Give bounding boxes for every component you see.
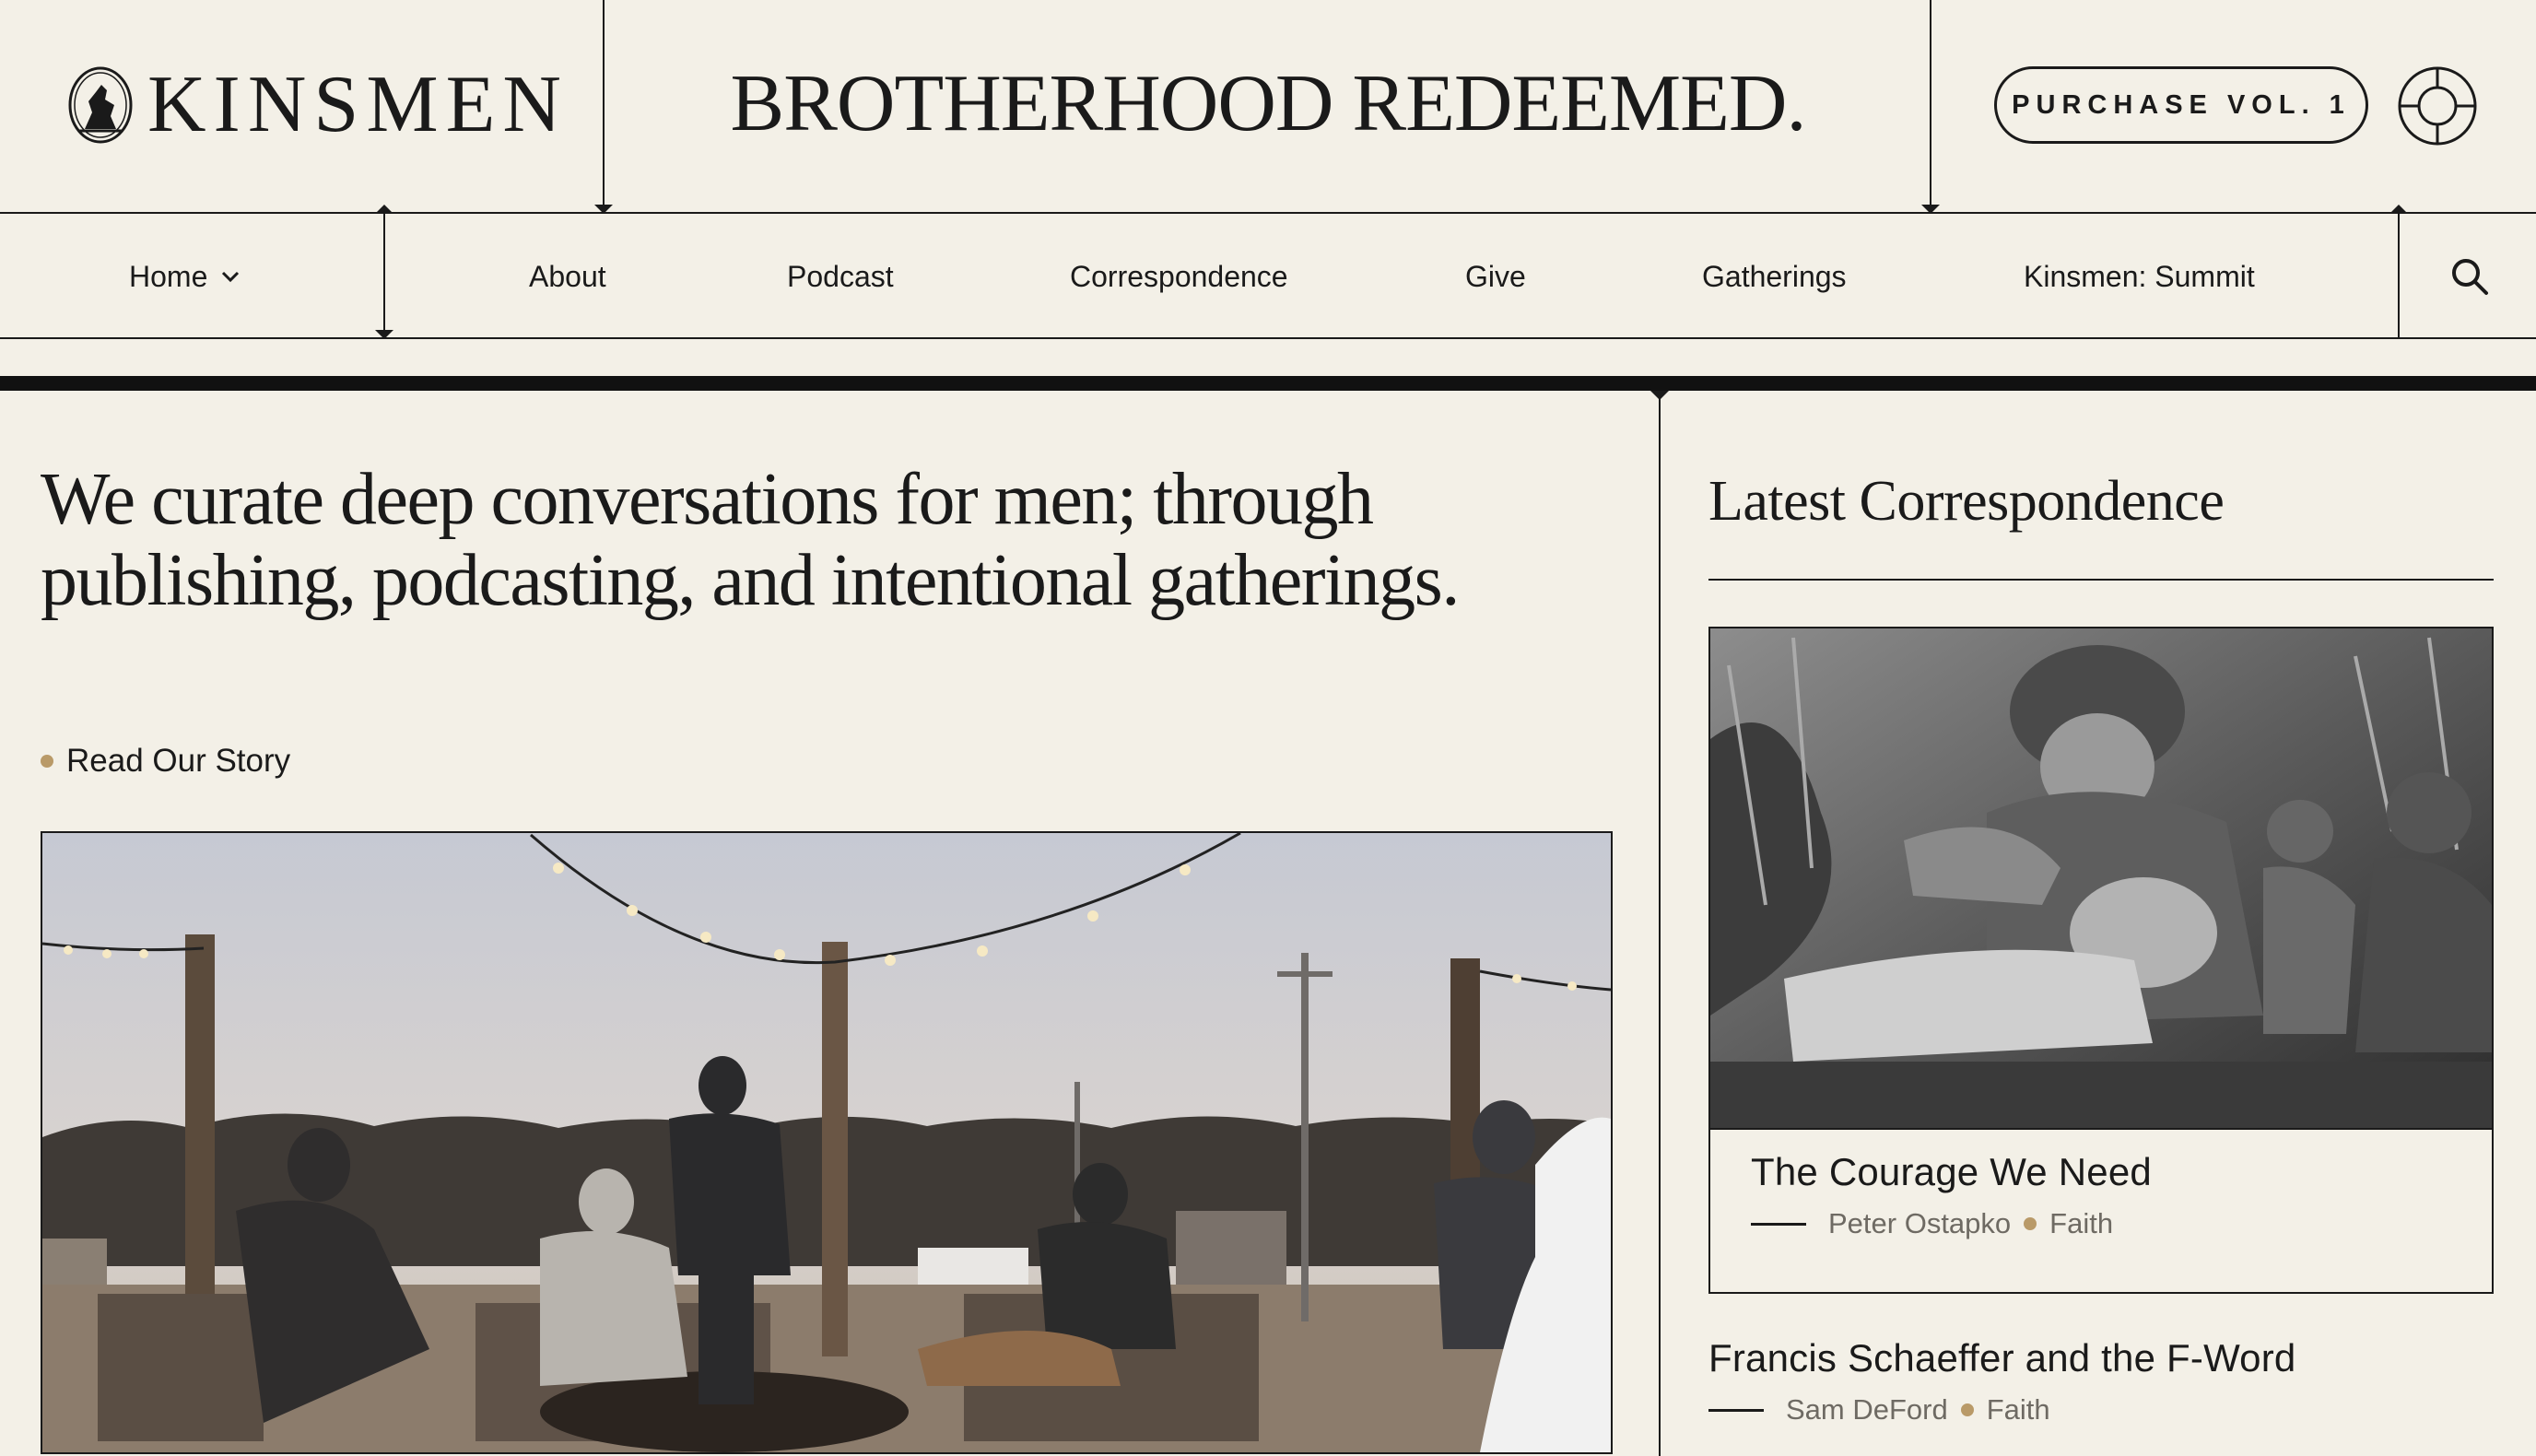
article-card[interactable]: The Courage We Need Peter Ostapko Faith — [1708, 627, 2494, 1294]
site-tagline: BROTHERHOOD REDEEMED. — [730, 59, 1807, 148]
purchase-button[interactable]: PURCHASE VOL. 1 — [1994, 66, 2368, 144]
article-thumbnail[interactable] — [1710, 628, 2492, 1130]
bullet-dot — [1960, 1403, 1974, 1416]
lifebuoy-icon[interactable] — [2396, 65, 2479, 147]
nav-correspondence[interactable]: Correspondence — [1070, 249, 1288, 304]
article-meta: Peter Ostapko Faith — [1751, 1207, 2113, 1240]
nav-about[interactable]: About — [529, 249, 606, 304]
latest-correspondence-heading: Latest Correspondence — [1708, 470, 2225, 533]
article-title[interactable]: The Courage We Need — [1751, 1150, 2152, 1194]
kinsmen-emblem-icon — [68, 66, 133, 144]
section-divider — [0, 376, 2536, 391]
logo-wordmark: KINSMEN — [147, 60, 569, 149]
article-meta: Sam DeFord Faith — [1708, 1393, 2050, 1427]
article-category[interactable]: Faith — [2049, 1207, 2113, 1240]
divider-notch — [594, 205, 613, 214]
divider-notch — [1921, 205, 1940, 214]
nav-give[interactable]: Give — [1465, 249, 1526, 304]
article-author[interactable]: Peter Ostapko — [1828, 1207, 2011, 1240]
hero-photo — [41, 831, 1613, 1454]
nav-home-label: Home — [129, 259, 208, 293]
meta-dash — [1751, 1222, 1806, 1226]
nav-kinsmen-summit[interactable]: Kinsmen: Summit — [2024, 249, 2255, 304]
bullet-dot — [2024, 1217, 2037, 1230]
bullet-dot — [41, 755, 53, 768]
heading-rule — [1708, 579, 2494, 581]
chevron-down-icon — [222, 271, 240, 283]
read-our-story-label: Read Our Story — [66, 743, 291, 779]
article-author[interactable]: Sam DeFord — [1786, 1393, 1948, 1427]
search-icon[interactable] — [2449, 256, 2490, 297]
article-title[interactable]: Francis Schaeffer and the F-Word — [1708, 1336, 2295, 1380]
article-category[interactable]: Faith — [1987, 1393, 2050, 1427]
nav-home[interactable]: Home — [129, 249, 241, 304]
hero-headline: We curate deep conversations for men; th… — [41, 459, 1460, 621]
divider-notch — [1650, 391, 1669, 400]
site-logo[interactable]: KINSMEN — [66, 59, 569, 151]
meta-dash — [1708, 1408, 1764, 1412]
nav-gatherings[interactable]: Gatherings — [1702, 249, 1847, 304]
read-our-story-link[interactable]: Read Our Story — [41, 743, 290, 780]
column-divider — [1659, 391, 1661, 1456]
nav-podcast[interactable]: Podcast — [787, 249, 894, 304]
